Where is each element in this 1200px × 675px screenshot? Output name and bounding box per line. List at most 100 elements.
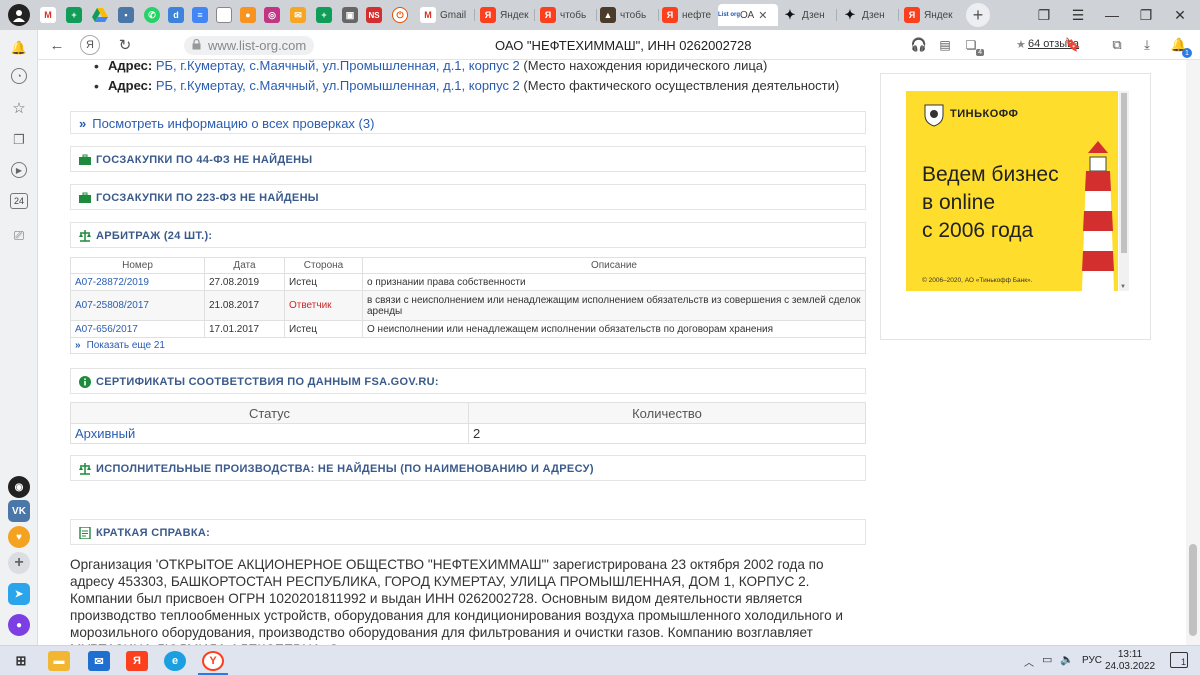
page-icon	[216, 7, 232, 23]
drive-icon	[92, 7, 108, 23]
tab-yandex-3[interactable]: Янефте	[662, 4, 716, 26]
pinned-tab-mail[interactable]: ✉	[290, 4, 310, 26]
sidebar-app-alice[interactable]: ◉	[8, 476, 30, 498]
address-actual: • Адрес: РБ, г.Кумертау, с.Маячный, ул.П…	[94, 78, 839, 94]
back-button[interactable]: ←	[46, 34, 68, 56]
minimize-icon: —	[1105, 7, 1119, 23]
tab-yandex-4[interactable]: Я Яндек	[904, 4, 958, 26]
page-scrollbar[interactable]	[1186, 60, 1200, 645]
sidebar-calendar[interactable]: 24	[10, 193, 28, 209]
sidebar-app-alice-voice[interactable]: ●	[8, 614, 30, 636]
taskbar-edge[interactable]: e	[164, 651, 186, 671]
extensions-button[interactable]: ⧉	[1106, 34, 1128, 56]
tab-yandex-1[interactable]: Я Яндек	[480, 4, 532, 26]
tab-separator	[534, 9, 535, 21]
pinned-tab-ns[interactable]: NS	[366, 4, 386, 26]
clock-time: 13:11	[1117, 649, 1143, 660]
pinned-tab-power[interactable]: ⏻	[392, 4, 412, 26]
url-field[interactable]: www.list-org.com	[184, 36, 315, 55]
yandex-button[interactable]: Я	[80, 35, 100, 55]
volume-icon[interactable]: 🔈	[1060, 653, 1074, 666]
send-icon: ➤	[14, 588, 24, 600]
scrollbar-thumb[interactable]	[1189, 544, 1197, 636]
pinned-tab-messenger[interactable]: ▪	[118, 4, 138, 26]
headphones-button[interactable]: 🎧	[908, 34, 930, 56]
tab-label: чтобь	[620, 9, 647, 21]
start-button[interactable]: ⊞	[10, 651, 32, 671]
close-tab-icon[interactable]: ✕	[758, 9, 767, 22]
tabs-counter-button[interactable]: ❏ 4	[960, 34, 984, 56]
column-header: Статус	[70, 402, 469, 424]
bookmark-button[interactable]: 🔖	[1062, 34, 1084, 56]
pinned-tab-docs[interactable]: ≡	[192, 4, 212, 26]
case-number-link[interactable]: А07-25808/2017	[70, 290, 205, 321]
url-text: www.list-org.com	[208, 38, 307, 53]
tab-dzen-2[interactable]: ✦ Дзен	[842, 4, 894, 26]
case-number-link[interactable]: А07-656/2017	[70, 320, 205, 338]
taskbar-mail[interactable]: ✉	[88, 651, 110, 671]
tab-label: Дзен	[802, 9, 825, 21]
new-tab-button[interactable]: +	[966, 3, 990, 27]
close-window-button[interactable]: ✕	[1160, 0, 1200, 30]
gmail-icon: M	[40, 7, 56, 23]
tab-image[interactable]: ▲ чтобь	[600, 4, 656, 26]
pinned-tab-gmail[interactable]: M	[40, 4, 60, 26]
double-chevron-right-icon: »	[75, 340, 81, 351]
tab-active-list-org[interactable]: List org ОА ✕	[718, 4, 778, 26]
pinned-tab-sheets[interactable]: +	[66, 4, 86, 26]
taskbar-clock[interactable]: 13:11 24.03.2022	[1100, 649, 1160, 673]
scales-icon	[79, 463, 91, 475]
sidebar-app-send[interactable]: ➤	[8, 583, 30, 605]
profile-avatar-icon[interactable]	[8, 4, 30, 26]
taskbar-explorer[interactable]: ▬	[48, 651, 70, 671]
address-link[interactable]: РБ, г.Кумертау, с.Маячный, ул.Промышленн…	[156, 78, 520, 93]
taskbar-yandex-browser[interactable]: Y	[202, 651, 224, 671]
inspections-link[interactable]: » Посмотреть информацию о всех проверках …	[79, 116, 374, 131]
taskbar-yandex[interactable]: Я	[126, 651, 148, 671]
section-title: ГОСЗАКУПКИ ПО 44-ФЗ НЕ НАЙДЕНЫ	[96, 154, 313, 166]
battery-icon[interactable]: ▭	[1042, 653, 1052, 666]
pinned-tab-image[interactable]: ▣	[342, 4, 362, 26]
sidebar-add-app[interactable]: +	[8, 552, 30, 574]
sidebar-notifications[interactable]: 🔔	[9, 38, 29, 58]
pinned-tab-ok[interactable]: ●	[240, 4, 260, 26]
ad-headline-line: с 2006 года	[922, 219, 1034, 242]
tinkoff-ad-banner[interactable]: ТИНЬКОФФ Ведем бизнес в online с 2006 го…	[906, 91, 1118, 291]
downloads-button[interactable]: ⤓	[1136, 34, 1158, 56]
address-link[interactable]: РБ, г.Кумертау, с.Маячный, ул.Промышленн…	[156, 60, 520, 73]
cert-count: 2	[468, 423, 866, 444]
tab-label: нефте	[682, 9, 712, 21]
sidebar-favorites[interactable]: ☆	[9, 98, 29, 118]
reader-button[interactable]: ▤	[934, 34, 956, 56]
yandex-icon: Я	[662, 7, 678, 23]
sidebar-video[interactable]: ▶	[11, 162, 27, 178]
edge-icon: e	[171, 655, 179, 667]
sidebar-app-messenger[interactable]: ♥	[8, 526, 30, 548]
address-bar: ← Я ↻ www.list-org.com ОАО "НЕФТЕХИММАШ"…	[38, 30, 1200, 60]
sidebar-app-vk[interactable]: VK	[8, 500, 30, 522]
pinned-tab-app[interactable]: d	[168, 4, 188, 26]
case-number-link[interactable]: А07-28872/2019	[70, 273, 205, 291]
reload-button[interactable]: ↻	[114, 34, 136, 56]
notifications-button[interactable]: 🔔 1	[1168, 34, 1192, 58]
pinned-tab-instagram[interactable]: ◎	[264, 4, 284, 26]
sidebar-history[interactable]: ◔	[11, 68, 27, 84]
scrollbar-thumb[interactable]	[1121, 93, 1127, 253]
show-more-link[interactable]: Показать еще 21	[87, 340, 165, 351]
pinned-tab-whatsapp[interactable]: ✆	[144, 4, 164, 26]
scroll-down-icon[interactable]: ▼	[1120, 284, 1126, 290]
pinned-tab-drive[interactable]	[92, 4, 112, 26]
inspections-link-text: Посмотреть информацию о всех проверках (…	[92, 116, 375, 131]
tab-dzen-1[interactable]: ✦ Дзен	[782, 4, 834, 26]
ad-scrollbar[interactable]: ▼	[1119, 91, 1129, 291]
section-title: АРБИТРАЖ (24 ШТ.):	[96, 230, 213, 242]
notification-center-button[interactable]: 1	[1170, 652, 1188, 668]
sidebar-screenshot[interactable]: ⎚	[9, 226, 29, 246]
sidebar-collections[interactable]: ❐	[9, 130, 29, 150]
certificates-panel: СЕРТИФИКАТЫ СООТВЕТСТВИЯ ПО ДАННЫМ FSA.G…	[70, 368, 866, 394]
tab-gmail[interactable]: M Gmail	[420, 4, 472, 26]
pinned-tab-page[interactable]	[216, 4, 236, 26]
tray-expand-icon[interactable]: ︿	[1024, 654, 1034, 669]
pinned-tab-sheets2[interactable]: +	[316, 4, 336, 26]
tab-yandex-2[interactable]: Ячтобь	[540, 4, 594, 26]
